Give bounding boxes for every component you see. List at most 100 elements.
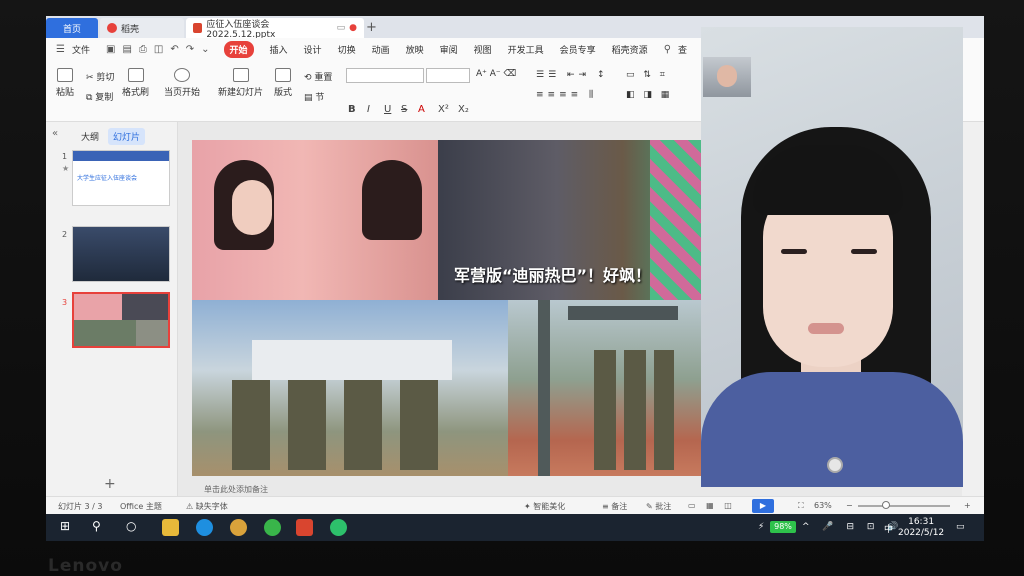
tab-document[interactable]: 应征入伍座谈会2022.5.12.pptx ▭ ● <box>186 18 364 40</box>
star-icon: ★ <box>62 164 70 173</box>
paragraph-align-icon[interactable]: ≡≡≡≡ ⫼ <box>536 90 597 100</box>
format-painter-button[interactable]: 格式刷 <box>122 68 149 98</box>
menu-slideshow[interactable]: 放映 <box>406 43 424 56</box>
quick-export-icon[interactable]: ▤ <box>122 44 131 55</box>
menu-view[interactable]: 视图 <box>474 43 492 56</box>
subscript-button[interactable]: X₂ <box>458 104 469 115</box>
search-taskbar-icon[interactable]: ⚲ <box>92 519 109 536</box>
collapse-panel-icon[interactable]: « <box>52 128 58 139</box>
photo-soldiers <box>594 350 674 470</box>
menu-member[interactable]: 会员专享 <box>560 43 596 56</box>
zoom-out-button[interactable]: − <box>846 501 853 510</box>
slide-photo-pink-portraits[interactable] <box>192 140 438 300</box>
layout-button[interactable]: 版式 <box>274 68 292 98</box>
font-size-controls-icon[interactable]: A⁺ A⁻ ⌫ <box>476 69 516 79</box>
video-call-window[interactable] <box>701 27 963 487</box>
strikethrough-button[interactable]: S <box>401 104 407 115</box>
font-color-button[interactable]: A <box>418 104 425 115</box>
edge-browser-icon[interactable] <box>196 519 213 536</box>
chrome-browser-icon[interactable] <box>230 519 247 536</box>
missing-font-button[interactable]: ⚠ 缺失字体 <box>186 501 228 512</box>
menu-review[interactable]: 审阅 <box>440 43 458 56</box>
quick-print-icon[interactable]: ⎙ <box>139 44 147 55</box>
slide-thumbnail-3[interactable] <box>72 292 170 348</box>
slide-caption[interactable]: 军营版“迪丽热巴”！好飒！ <box>454 262 654 286</box>
current-slide[interactable]: 军营版“迪丽热巴”！好飒！ <box>192 140 702 476</box>
wps-office-icon[interactable] <box>296 519 313 536</box>
windows-taskbar: ⊞ ⚲ ○ ⚡ 98% ^ 🎤 ⊟ ⊡ 🔊 中 16:31 2022/5/12 … <box>46 514 984 541</box>
file-explorer-icon[interactable] <box>162 519 179 536</box>
slide-photo-soldiers-walking[interactable] <box>192 300 508 476</box>
smart-beautify-button[interactable]: ✦ 智能美化 <box>524 501 565 512</box>
menu-developer[interactable]: 开发工具 <box>508 43 544 56</box>
quick-preview-icon[interactable]: ◫ <box>154 44 163 55</box>
text-box-controls-icon[interactable]: ▭ ⇅ ⌗ <box>626 70 668 80</box>
browser-360-icon[interactable] <box>264 519 281 536</box>
paste-label: 粘贴 <box>56 88 75 98</box>
battery-badge[interactable]: 98% <box>770 521 796 533</box>
theme-name[interactable]: Office 主题 <box>120 501 162 512</box>
font-family-select[interactable] <box>346 68 424 83</box>
menu-insert[interactable]: 插入 <box>270 43 288 56</box>
tab-docer[interactable]: 稻壳 <box>100 18 184 38</box>
zoom-slider[interactable] <box>858 505 950 507</box>
cut-button[interactable]: ✂ 剪切 <box>86 70 114 83</box>
tab-home[interactable]: 首页 <box>46 18 98 38</box>
tab-comment-icon[interactable]: ▭ <box>337 23 346 33</box>
notes-field[interactable]: 单击此处添加备注 <box>178 484 738 496</box>
bold-button[interactable]: B <box>348 104 356 115</box>
quick-access-dropdown-icon[interactable]: ⌄ <box>201 44 209 55</box>
comments-toggle-button[interactable]: ✎ 批注 <box>646 501 671 512</box>
new-tab-button[interactable]: + <box>366 20 377 35</box>
superscript-button[interactable]: X² <box>438 104 449 115</box>
zoom-level[interactable]: 63% <box>814 501 832 510</box>
self-view-thumbnail[interactable] <box>703 57 751 97</box>
notification-center-icon[interactable]: ▭ <box>956 522 965 532</box>
section-button[interactable]: ▤ 节 <box>304 90 324 103</box>
redo-icon[interactable]: ↷ <box>186 44 194 55</box>
add-slide-button[interactable]: + <box>104 476 116 492</box>
photo-figure <box>232 180 272 235</box>
paste-button[interactable]: 粘贴 <box>56 68 74 98</box>
notes-toggle-button[interactable]: ≡ 备注 <box>602 501 627 512</box>
arrange-controls-icon[interactable]: ◧ ◨ ▦ <box>626 90 672 100</box>
thumbnail-number: 3 <box>62 298 68 307</box>
slide-thumbnail-2[interactable] <box>72 226 170 282</box>
new-slide-button[interactable]: 新建幻灯片 <box>218 68 263 98</box>
caller-bangs <box>753 145 903 215</box>
windows-start-icon[interactable]: ⊞ <box>60 519 77 536</box>
pip-face <box>717 65 737 87</box>
font-size-select[interactable] <box>426 68 470 83</box>
copy-button[interactable]: ⧉ 复制 <box>86 90 113 103</box>
italic-button[interactable]: I <box>367 104 370 115</box>
task-view-icon[interactable]: ○ <box>126 519 143 536</box>
menu-file[interactable]: 文件 <box>72 43 90 56</box>
tab-outline[interactable]: 大纲 <box>76 128 104 145</box>
list-controls-icon[interactable]: ☰☰ ⇤⇥ ↕ <box>536 70 608 80</box>
menu-home[interactable]: 开始 <box>223 40 254 58</box>
slide-photo-training-ground[interactable] <box>508 300 702 476</box>
underline-button[interactable]: U <box>384 104 391 115</box>
reset-button[interactable]: ⟲ 重置 <box>304 70 332 83</box>
hamburger-menu-icon[interactable]: ☰ <box>56 44 65 55</box>
slideshow-play-button[interactable]: ▶ <box>752 499 774 513</box>
slide-thumbnail-1[interactable]: 大学生应征入伍座谈会 <box>72 150 170 206</box>
new-slide-label: 新建幻灯片 <box>218 88 264 98</box>
fit-window-icon[interactable]: ⛶ <box>798 501 804 511</box>
wechat-icon[interactable] <box>330 519 347 536</box>
system-clock[interactable]: 16:31 2022/5/12 <box>898 517 944 539</box>
input-method-indicator[interactable]: 中 <box>884 522 893 535</box>
quick-save-icon[interactable]: ▣ <box>106 44 115 55</box>
search-label[interactable]: 查 <box>678 43 687 56</box>
search-icon[interactable]: ⚲ <box>664 44 671 55</box>
menu-docer-resources[interactable]: 稻壳资源 <box>612 43 648 56</box>
zoom-in-button[interactable]: + <box>964 501 971 510</box>
play-from-current-button[interactable]: 当页开始 <box>164 68 200 98</box>
zoom-slider-handle[interactable] <box>882 501 890 509</box>
menu-transitions[interactable]: 切换 <box>338 43 356 56</box>
tab-slides[interactable]: 幻灯片 <box>108 128 146 145</box>
menu-animation[interactable]: 动画 <box>372 43 390 56</box>
view-mode-icons[interactable]: ▭ ▦ ◫ <box>688 501 736 510</box>
undo-icon[interactable]: ↶ <box>170 44 178 55</box>
menu-design[interactable]: 设计 <box>304 43 322 56</box>
